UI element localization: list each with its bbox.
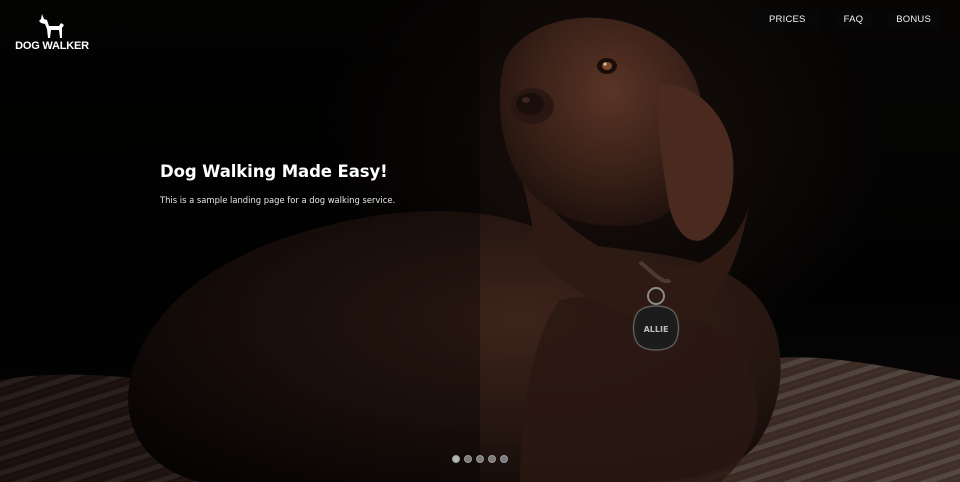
top-nav: PRICES FAQ BONUS <box>755 10 940 30</box>
nav-link-prices[interactable]: PRICES <box>755 10 820 30</box>
hero-subline: This is a sample landing page for a dog … <box>160 195 396 205</box>
carousel-dot[interactable] <box>464 455 472 463</box>
dog-tag-text: ALLIE <box>644 325 669 334</box>
carousel-dot[interactable] <box>488 455 496 463</box>
carousel-dot[interactable] <box>500 455 508 463</box>
brand-name: DOG WALKER <box>15 40 89 52</box>
hero-background-image: ALLIE <box>0 0 960 482</box>
hero-headline: Dog Walking Made Easy! <box>160 162 388 181</box>
hero-section: ALLIE DOG WALKER PRICES FAQ BONUS Dog Wa… <box>0 0 960 482</box>
nav-link-bonus[interactable]: BONUS <box>887 10 940 30</box>
dog-silhouette-icon <box>39 14 64 38</box>
carousel-indicators <box>452 455 508 463</box>
nav-link-faq[interactable]: FAQ <box>833 10 874 30</box>
carousel-dot[interactable] <box>476 455 484 463</box>
carousel-dot[interactable] <box>452 455 460 463</box>
brand-logo[interactable]: DOG WALKER <box>15 13 89 52</box>
